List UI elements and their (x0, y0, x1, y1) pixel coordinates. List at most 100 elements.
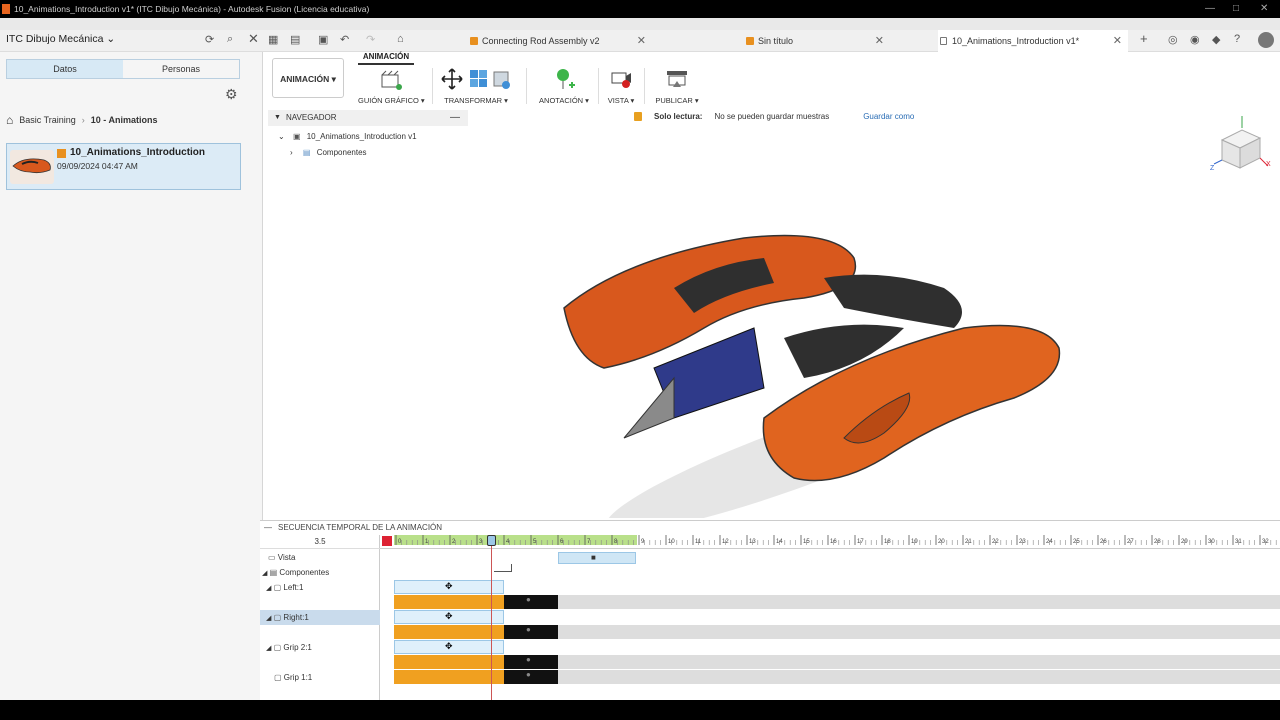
track-label: Right:1 (283, 613, 309, 622)
hidden-action-bar[interactable]: ● (504, 595, 558, 609)
hidden-action-bar[interactable]: ● (504, 625, 558, 639)
transform-action-bar[interactable]: ✥ (394, 610, 504, 624)
assembly-icon: ▣ (292, 132, 301, 141)
gear-icon[interactable]: ⚙ (225, 86, 238, 103)
body-icon: ▢ (273, 583, 282, 592)
divider (432, 68, 433, 104)
visibility-action-bar[interactable] (394, 625, 504, 639)
storyboard-group[interactable]: GUIÓN GRÁFICO ▾ (358, 67, 425, 107)
refresh-icon[interactable]: ⟳ (205, 33, 214, 46)
visibility-action-bar[interactable] (394, 670, 504, 684)
hidden-action-bar[interactable]: ● (504, 655, 558, 669)
publish-group[interactable]: PUBLICAR ▾ (652, 67, 702, 107)
tab-connecting-rod[interactable]: Connecting Rod Assembly v2 ✕ (468, 30, 652, 52)
redo-icon[interactable]: ↷ (366, 33, 375, 46)
ruler-tick-label: 10 (668, 539, 675, 545)
visibility-action-bar[interactable] (394, 655, 504, 669)
close-tab-icon[interactable]: ✕ (637, 30, 646, 52)
timeline-tracks[interactable]: ■ ✥ ● ✥ ● ✥ ● ● (380, 549, 1280, 701)
ruler-tick-label: 25 (1073, 539, 1080, 545)
track-componentes[interactable]: ◢ ▤ Componentes (260, 565, 380, 580)
maximize-icon[interactable]: □ (1233, 0, 1239, 18)
job-status-icon[interactable]: ◉ (1190, 33, 1200, 46)
file-name: 10_Animations_Introduction (70, 147, 206, 158)
divider (598, 68, 599, 104)
expand-triangle-icon[interactable]: ◢ (266, 645, 271, 652)
tab-animacion[interactable]: ANIMACIÓN (358, 52, 414, 65)
timeline-track-list: 3.5 ▭ Vista ◢ ▤ Componentes ◢ ▢ Left:1 ◢… (260, 535, 380, 701)
model-render (563, 234, 1061, 518)
track-gap (558, 625, 1280, 639)
browser-root-node[interactable]: ⌄ ▣ 10_Animations_Introduction v1 (278, 132, 417, 141)
close-tab-icon[interactable]: ✕ (1113, 30, 1122, 52)
chevron-down-icon[interactable]: ⌄ (278, 132, 285, 141)
canvas-viewport[interactable]: ▼ NAVEGADOR — ⌄ ▣ 10_Animations_Introduc… (264, 108, 1280, 520)
home-icon[interactable]: ⌂ (397, 33, 404, 45)
timeline-ruler[interactable]: 0 1 2 3 4 5 6 7 8 9 10 11 12 13 14 15 16 17 18 19 20 21 22 23 24… (380, 535, 1280, 549)
minimize-icon[interactable]: — (1205, 0, 1215, 18)
ruler-tick-label: 19 (911, 539, 918, 545)
hidden-action-bar[interactable]: ● (504, 670, 558, 684)
tab-personas[interactable]: Personas (123, 60, 239, 78)
grid-menu-icon[interactable]: ▦ (268, 33, 278, 46)
transform-action-bar[interactable]: ✥ (394, 580, 504, 594)
tab-label: 10_Animations_Introduction v1* (952, 36, 1080, 46)
transform-group[interactable]: TRANSFORMAR ▾ (440, 67, 512, 107)
annotation-group[interactable]: ANOTACIÓN ▾ (536, 67, 592, 107)
chevron-right-icon[interactable]: › (290, 148, 293, 157)
view-group[interactable]: VISTA ▾ (604, 67, 638, 107)
avatar[interactable] (1258, 32, 1274, 48)
breadcrumb-item[interactable]: Basic Training (19, 115, 76, 125)
track-grip2[interactable]: ◢ ▢ Grip 2:1 (260, 640, 380, 655)
expand-triangle-icon[interactable]: ◢ (266, 615, 271, 622)
annotation-icon (557, 69, 575, 89)
bottom-bar (0, 700, 1280, 720)
new-tab-icon[interactable]: + (1140, 31, 1148, 46)
browser-components-node[interactable]: › ▤ Componentes (290, 148, 367, 157)
file-menu-icon[interactable]: ▤ (290, 33, 300, 46)
home-icon[interactable]: ⌂ (6, 113, 13, 127)
undo-icon[interactable]: ↶ (340, 33, 349, 46)
track-gap (558, 670, 1280, 684)
close-panel-icon[interactable]: ✕ (248, 31, 259, 47)
expand-triangle-icon[interactable]: ◢ (266, 585, 271, 592)
file-card[interactable]: 10_Animations_Introduction 09/09/2024 04… (6, 143, 241, 190)
view-cube[interactable]: X Z (1204, 114, 1274, 184)
close-tab-icon[interactable]: ✕ (875, 30, 884, 52)
lightbulb-icon: ● (526, 655, 531, 664)
save-as-link[interactable]: Guardar como (863, 112, 914, 121)
tab-animations-intro[interactable]: 10_Animations_Introduction v1* ✕ (938, 30, 1128, 52)
save-icon[interactable]: ▣ (318, 33, 328, 46)
close-window-icon[interactable]: ✕ (1260, 0, 1268, 18)
playhead-handle[interactable] (486, 535, 496, 546)
track-right[interactable]: ◢ ▢ Right:1 (260, 610, 380, 625)
lock-icon (940, 37, 947, 45)
browser-components-label: Componentes (316, 148, 367, 157)
camera-action-bar[interactable]: ■ (558, 552, 636, 564)
current-time-readout[interactable]: 3.5 (260, 535, 380, 549)
ruler-tick-label: 26 (1100, 539, 1107, 545)
ruler-tick-label: 21 (965, 539, 972, 545)
extensions-icon[interactable]: ◎ (1168, 33, 1178, 46)
notifications-icon[interactable]: ◆ (1212, 33, 1220, 46)
playhead[interactable] (486, 535, 496, 701)
workspace-switcher[interactable]: ANIMACIÓN ▾ (272, 58, 344, 98)
search-icon[interactable]: ⌕ (227, 33, 233, 46)
browser-header: ▼ NAVEGADOR — (268, 110, 468, 126)
track-grip1[interactable]: ▢ Grip 1:1 (260, 670, 380, 685)
tab-sin-titulo[interactable]: Sin título ✕ (744, 30, 890, 52)
visibility-action-bar[interactable] (394, 595, 504, 609)
hub-name[interactable]: ITC Dibujo Mecánica ⌄ (6, 33, 115, 45)
tab-datos[interactable]: Datos (7, 60, 123, 78)
storyboard-label: GUIÓN GRÁFICO ▾ (358, 96, 425, 105)
transform-action-bar[interactable]: ✥ (394, 640, 504, 654)
collapse-icon[interactable]: — (450, 110, 460, 126)
ruler-tick-label: 24 (1046, 539, 1053, 545)
collapse-icon[interactable]: — (264, 521, 272, 535)
ruler-tick-label: 31 (1235, 539, 1242, 545)
track-vista[interactable]: ▭ Vista (260, 550, 380, 565)
expand-triangle-icon[interactable]: ◢ (262, 570, 267, 577)
track-left[interactable]: ◢ ▢ Left:1 (260, 580, 380, 595)
file-date: 09/09/2024 04:47 AM (57, 161, 138, 171)
help-icon[interactable]: ? (1234, 33, 1240, 45)
